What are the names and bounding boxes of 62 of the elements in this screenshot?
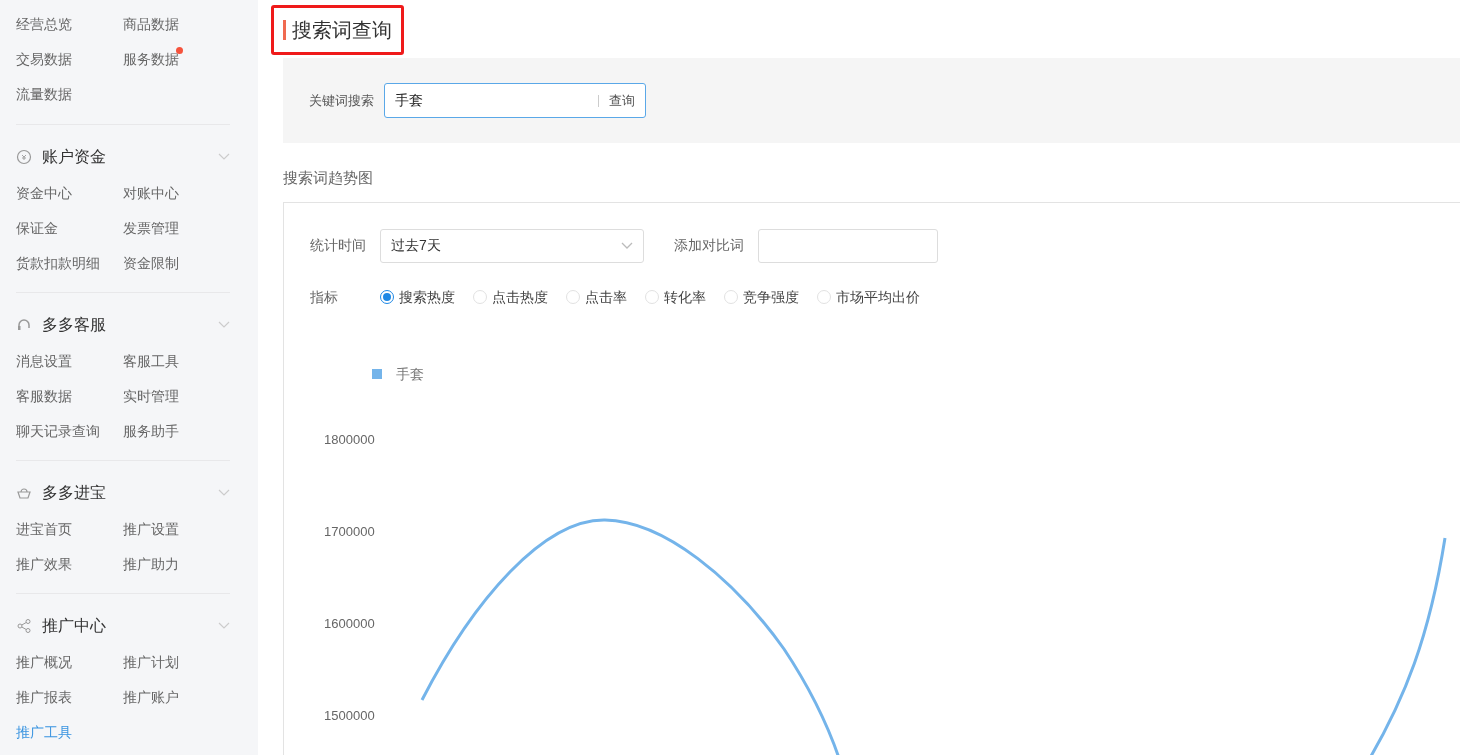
sidebar-link[interactable]: 客服工具: [123, 351, 179, 372]
section-heading: 搜索词趋势图: [283, 168, 374, 188]
sidebar-link[interactable]: 推广工具: [16, 722, 72, 743]
metric-radio[interactable]: 点击率: [566, 286, 627, 308]
sidebar-link[interactable]: 交易数据: [16, 49, 72, 70]
sidebar-link[interactable]: 服务数据: [123, 49, 179, 70]
axis-label: 1800000: [324, 431, 375, 447]
sidebar-link[interactable]: 客服数据: [16, 386, 72, 407]
coin-icon: [16, 149, 32, 165]
sidebar-link[interactable]: 商品数据: [123, 14, 179, 35]
section-header[interactable]: 多多客服: [16, 313, 230, 337]
chevron-down-icon: [218, 153, 230, 161]
metric-radio[interactable]: 竞争强度: [724, 286, 799, 308]
axis-label: 1700000: [324, 523, 375, 539]
metric-radio[interactable]: 搜索热度: [380, 286, 455, 308]
chevron-down-icon: [218, 321, 230, 329]
sidebar-link[interactable]: 经营总览: [16, 14, 72, 35]
sidebar-link[interactable]: 流量数据: [16, 84, 72, 105]
metric-radio[interactable]: 转化率: [645, 286, 706, 308]
sidebar-link[interactable]: 推广效果: [16, 554, 72, 575]
chevron-down-icon: [218, 489, 230, 497]
period-dropdown[interactable]: 过去7天: [380, 228, 644, 263]
compare-field[interactable]: [758, 228, 938, 263]
sidebar-link[interactable]: 资金中心: [16, 183, 72, 204]
section-header[interactable]: 多多进宝: [16, 481, 230, 505]
period-label: 统计时间: [310, 236, 366, 255]
sidebar-link[interactable]: 推广计划: [123, 652, 179, 673]
legend-label: 手套: [396, 364, 424, 384]
sidebar-link[interactable]: 消息设置: [16, 351, 72, 372]
sidebar-link[interactable]: 推广报表: [16, 687, 72, 708]
chevron-down-icon: [218, 622, 230, 630]
sidebar-link[interactable]: 实时管理: [123, 386, 179, 407]
axis-label: 1500000: [324, 707, 375, 723]
sidebar-link[interactable]: 推广概况: [16, 652, 72, 673]
sidebar-link[interactable]: 保证金: [16, 218, 58, 239]
chevron-down-icon: [621, 241, 633, 250]
sidebar-link[interactable]: 推广助力: [123, 554, 179, 575]
metric-radio[interactable]: 点击热度: [473, 286, 548, 308]
axis-label: 1600000: [324, 615, 375, 631]
search-field[interactable]: 手套 查询: [384, 83, 646, 118]
section-header[interactable]: 账户资金: [16, 145, 230, 169]
metric-radio[interactable]: 市场平均出价: [817, 286, 920, 308]
sidebar-link[interactable]: 货款扣款明细: [16, 253, 100, 274]
legend-swatch: [372, 369, 382, 379]
share-icon: [16, 618, 32, 634]
sidebar-link[interactable]: 进宝首页: [16, 519, 72, 540]
sidebar-link[interactable]: 对账中心: [123, 183, 179, 204]
metric-label: 指标: [310, 287, 338, 307]
sidebar-link[interactable]: 发票管理: [123, 218, 179, 239]
ingot-icon: [16, 485, 32, 501]
sidebar-link[interactable]: 推广账户: [123, 687, 179, 708]
query-button[interactable]: 查询: [609, 90, 635, 111]
compare-label: 添加对比词: [674, 236, 744, 255]
sidebar-link[interactable]: 服务助手: [123, 421, 179, 442]
sidebar-link[interactable]: 聊天记录查询: [16, 421, 100, 442]
page-title: 搜索词查询: [292, 18, 392, 43]
sidebar-link[interactable]: 资金限制: [123, 253, 179, 274]
sidebar-link[interactable]: 推广设置: [123, 519, 179, 540]
headset-icon: [16, 317, 32, 333]
search-label: 关键词搜索: [309, 91, 374, 110]
section-header[interactable]: 推广中心: [16, 614, 230, 638]
title-accent: [283, 20, 286, 40]
